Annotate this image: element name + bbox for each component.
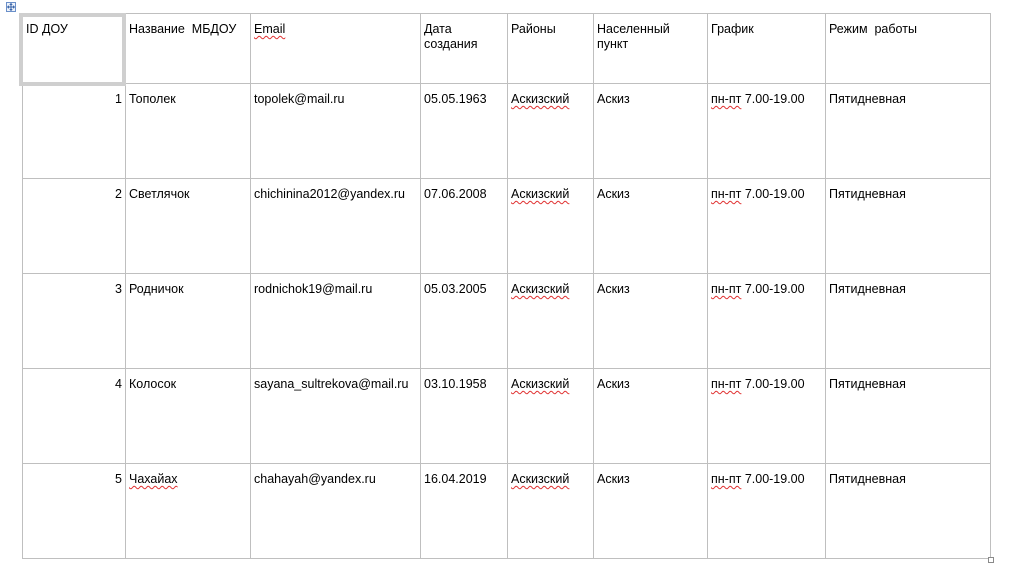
name-value: Тополек (129, 92, 176, 106)
table-row: 1 Тополек topolek@mail.ru 05.05.1963 Аск… (22, 83, 991, 179)
district-cell[interactable]: Аскизский (507, 463, 594, 559)
email-cell[interactable]: rodnichok19@mail.ru (250, 273, 421, 369)
schedule-hours: 7.00-19.00 (741, 472, 805, 486)
email-cell[interactable]: sayana_sultrekova@mail.ru (250, 368, 421, 464)
name-cell[interactable]: Родничок (125, 273, 251, 369)
email-cell[interactable]: chichinina2012@yandex.ru (250, 178, 421, 274)
date-cell[interactable]: 03.10.1958 (420, 368, 508, 464)
name-value: Родничок (129, 282, 184, 296)
header-locality-label-line1: Населенный (597, 22, 670, 36)
schedule-cell[interactable]: пн-пт 7.00-19.00 (707, 178, 826, 274)
name-cell[interactable]: Светлячок (125, 178, 251, 274)
locality-cell[interactable]: Аскиз (593, 178, 708, 274)
header-schedule-label: График (711, 22, 754, 36)
schedule-hours: 7.00-19.00 (741, 92, 805, 106)
name-value: Светлячок (129, 187, 190, 201)
mode-cell[interactable]: Пятидневная (825, 178, 991, 274)
name-cell[interactable]: Чахайах (125, 463, 251, 559)
header-id-cell[interactable]: ID ДОУ (22, 13, 126, 84)
mode-cell[interactable]: Пятидневная (825, 273, 991, 369)
header-date-label-line2: создания (424, 37, 478, 51)
schedule-hours: 7.00-19.00 (741, 377, 805, 391)
date-cell[interactable]: 05.05.1963 (420, 83, 508, 179)
date-cell[interactable]: 16.04.2019 (420, 463, 508, 559)
name-cell[interactable]: Колосок (125, 368, 251, 464)
district-value: Аскизский (511, 187, 570, 201)
district-cell[interactable]: Аскизский (507, 178, 594, 274)
locality-cell[interactable]: Аскиз (593, 83, 708, 179)
email-cell[interactable]: topolek@mail.ru (250, 83, 421, 179)
locality-cell[interactable]: Аскиз (593, 273, 708, 369)
header-district-cell[interactable]: Районы (507, 13, 594, 84)
locality-cell[interactable]: Аскиз (593, 368, 708, 464)
id-cell[interactable]: 5 (22, 463, 126, 559)
schedule-cell[interactable]: пн-пт 7.00-19.00 (707, 83, 826, 179)
mode-cell[interactable]: Пятидневная (825, 83, 991, 179)
district-cell[interactable]: Аскизский (507, 83, 594, 179)
header-locality-label-line2: пункт (597, 37, 629, 51)
schedule-cell[interactable]: пн-пт 7.00-19.00 (707, 273, 826, 369)
header-date-label-line1: Дата (424, 22, 452, 36)
table-row: 3 Родничок rodnichok19@mail.ru 05.03.200… (22, 273, 991, 369)
mode-cell[interactable]: Пятидневная (825, 368, 991, 464)
schedule-days: пн-пт (711, 377, 742, 391)
table-move-handle-icon[interactable] (6, 2, 16, 12)
schedule-hours: 7.00-19.00 (741, 282, 805, 296)
schedule-days: пн-пт (711, 472, 742, 486)
header-mode-label: Режим работы (829, 22, 917, 36)
header-schedule-cell[interactable]: График (707, 13, 826, 84)
header-mode-cell[interactable]: Режим работы (825, 13, 991, 84)
locality-cell[interactable]: Аскиз (593, 463, 708, 559)
id-cell[interactable]: 4 (22, 368, 126, 464)
header-name-cell[interactable]: Название МБДОУ (125, 13, 251, 84)
schedule-days: пн-пт (711, 187, 742, 201)
id-cell[interactable]: 1 (22, 83, 126, 179)
table-row: 2 Светлячок chichinina2012@yandex.ru 07.… (22, 178, 991, 274)
table-header-row: ID ДОУ Название МБДОУ Email Дата создания… (22, 13, 991, 84)
mode-cell[interactable]: Пятидневная (825, 463, 991, 559)
date-cell[interactable]: 05.03.2005 (420, 273, 508, 369)
district-value: Аскизский (511, 282, 570, 296)
email-cell[interactable]: chahayah@yandex.ru (250, 463, 421, 559)
table-row: 5 Чахайах chahayah@yandex.ru 16.04.2019 … (22, 463, 991, 559)
date-cell[interactable]: 07.06.2008 (420, 178, 508, 274)
schedule-cell[interactable]: пн-пт 7.00-19.00 (707, 463, 826, 559)
schedule-hours: 7.00-19.00 (741, 187, 805, 201)
id-cell[interactable]: 3 (22, 273, 126, 369)
header-email-label: Email (254, 22, 286, 36)
document-page: ID ДОУ Название МБДОУ Email Дата создания… (0, 0, 1036, 572)
name-value: Колосок (129, 377, 177, 391)
district-cell[interactable]: Аскизский (507, 273, 594, 369)
district-value: Аскизский (511, 92, 570, 106)
header-district-label: Районы (511, 22, 556, 36)
name-cell[interactable]: Тополек (125, 83, 251, 179)
header-email-cell[interactable]: Email (250, 13, 421, 84)
header-locality-cell[interactable]: Населенный пункт (593, 13, 708, 84)
schedule-cell[interactable]: пн-пт 7.00-19.00 (707, 368, 826, 464)
district-value: Аскизский (511, 472, 570, 486)
schedule-days: пн-пт (711, 92, 742, 106)
header-name-label: Название МБДОУ (129, 22, 237, 36)
name-value: Чахайах (129, 472, 178, 486)
schedule-days: пн-пт (711, 282, 742, 296)
district-cell[interactable]: Аскизский (507, 368, 594, 464)
table-row: 4 Колосок sayana_sultrekova@mail.ru 03.1… (22, 368, 991, 464)
district-value: Аскизский (511, 377, 570, 391)
id-cell[interactable]: 2 (22, 178, 126, 274)
header-id-label: ID ДОУ (26, 22, 68, 36)
header-date-cell[interactable]: Дата создания (420, 13, 508, 84)
table-resize-handle-icon[interactable] (988, 557, 994, 563)
kindergarten-table: ID ДОУ Название МБДОУ Email Дата создания… (22, 13, 991, 559)
